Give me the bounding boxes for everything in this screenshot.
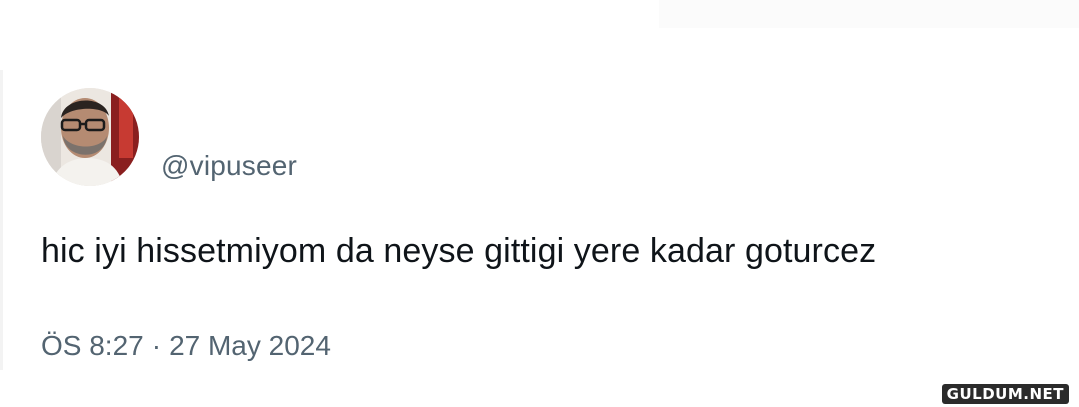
tweet-text: hic iyi hissetmiyom da neyse gittigi yer… [41, 232, 877, 270]
user-handle[interactable]: @vipuseer [161, 150, 297, 182]
avatar-image [41, 88, 139, 186]
top-right-faint-area [659, 0, 1079, 28]
top-blank-area [0, 0, 1079, 62]
tweet-card[interactable]: @vipuseer hic iyi hissetmiyom da neyse g… [0, 62, 1079, 407]
watermark-logo: GULDUM.NET [941, 384, 1069, 404]
tweet-timestamp[interactable]: ÖS 8:27 · 27 May 2024 [41, 330, 331, 362]
timestamp-separator: · [151, 330, 162, 361]
tweet-date[interactable]: 27 May 2024 [169, 330, 331, 361]
tweet-time[interactable]: ÖS 8:27 [41, 330, 144, 361]
profile-photo-icon[interactable] [41, 88, 139, 186]
